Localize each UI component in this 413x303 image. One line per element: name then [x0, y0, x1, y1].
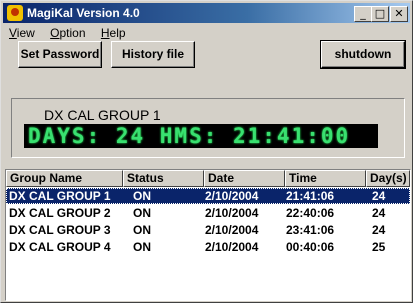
cell-date: 2/10/2004 — [205, 240, 259, 254]
header-status[interactable]: Status — [123, 170, 204, 187]
maximize-icon[interactable]: □ — [371, 6, 389, 22]
cell-group-name: DX CAL GROUP 2 — [9, 206, 111, 220]
app-window: MagiKal Version 4.0 _ □ ✕ View Option He… — [0, 0, 413, 303]
shutdown-button[interactable]: shutdown — [320, 40, 406, 69]
menu-help[interactable]: Help — [95, 24, 132, 40]
cell-date: 2/10/2004 — [205, 223, 259, 237]
table-row[interactable]: DX CAL GROUP 1 ON 2/10/2004 21:41:06 24 — [6, 188, 410, 204]
menu-bar: View Option Help — [3, 24, 410, 42]
history-file-button[interactable]: History file — [111, 41, 195, 68]
cell-time: 21:41:06 — [286, 189, 335, 203]
app-logo-icon[interactable] — [7, 5, 23, 21]
cell-status: ON — [133, 240, 151, 254]
status-panel: DX CAL GROUP 1 DAYS: 24 HMS: 21:41:00 — [11, 98, 405, 158]
table-row[interactable]: DX CAL GROUP 3 ON 2/10/2004 23:41:06 24 — [6, 222, 410, 238]
header-time[interactable]: Time — [285, 170, 366, 187]
window-title: MagiKal Version 4.0 — [27, 6, 140, 20]
table-row[interactable]: DX CAL GROUP 2 ON 2/10/2004 22:40:06 24 — [6, 205, 410, 221]
cell-time: 00:40:06 — [286, 240, 335, 254]
header-group-name[interactable]: Group Name — [6, 170, 123, 187]
cell-group-name: DX CAL GROUP 4 — [9, 240, 111, 254]
cell-time: 23:41:06 — [286, 223, 335, 237]
set-password-button[interactable]: Set Password — [18, 41, 102, 68]
cell-days: 24 — [372, 223, 386, 237]
cell-status: ON — [133, 223, 151, 237]
menu-view[interactable]: View — [3, 24, 41, 40]
cell-status: ON — [133, 189, 151, 203]
cell-time: 22:40:06 — [286, 206, 335, 220]
title-bar[interactable]: MagiKal Version 4.0 _ □ ✕ — [3, 3, 410, 23]
cell-group-name: DX CAL GROUP 1 — [9, 189, 111, 203]
header-date[interactable]: Date — [204, 170, 285, 187]
menu-option[interactable]: Option — [44, 24, 91, 40]
table-row[interactable]: DX CAL GROUP 4 ON 2/10/2004 00:40:06 25 — [6, 239, 410, 255]
cell-days: 24 — [372, 206, 386, 220]
countdown-display: DAYS: 24 HMS: 21:41:00 — [24, 124, 378, 148]
minimize-icon[interactable]: _ — [354, 6, 372, 22]
cell-group-name: DX CAL GROUP 3 — [9, 223, 111, 237]
cell-days: 24 — [372, 189, 386, 203]
close-icon[interactable]: ✕ — [390, 6, 408, 22]
cell-status: ON — [133, 206, 151, 220]
cell-days: 25 — [372, 240, 386, 254]
header-days[interactable]: Day(s) I — [366, 170, 410, 187]
cell-date: 2/10/2004 — [205, 206, 259, 220]
active-group-label: DX CAL GROUP 1 — [44, 107, 161, 123]
cell-date: 2/10/2004 — [205, 189, 259, 203]
groups-table[interactable]: Group Name Status Date Time Day(s) I DX … — [5, 169, 411, 301]
